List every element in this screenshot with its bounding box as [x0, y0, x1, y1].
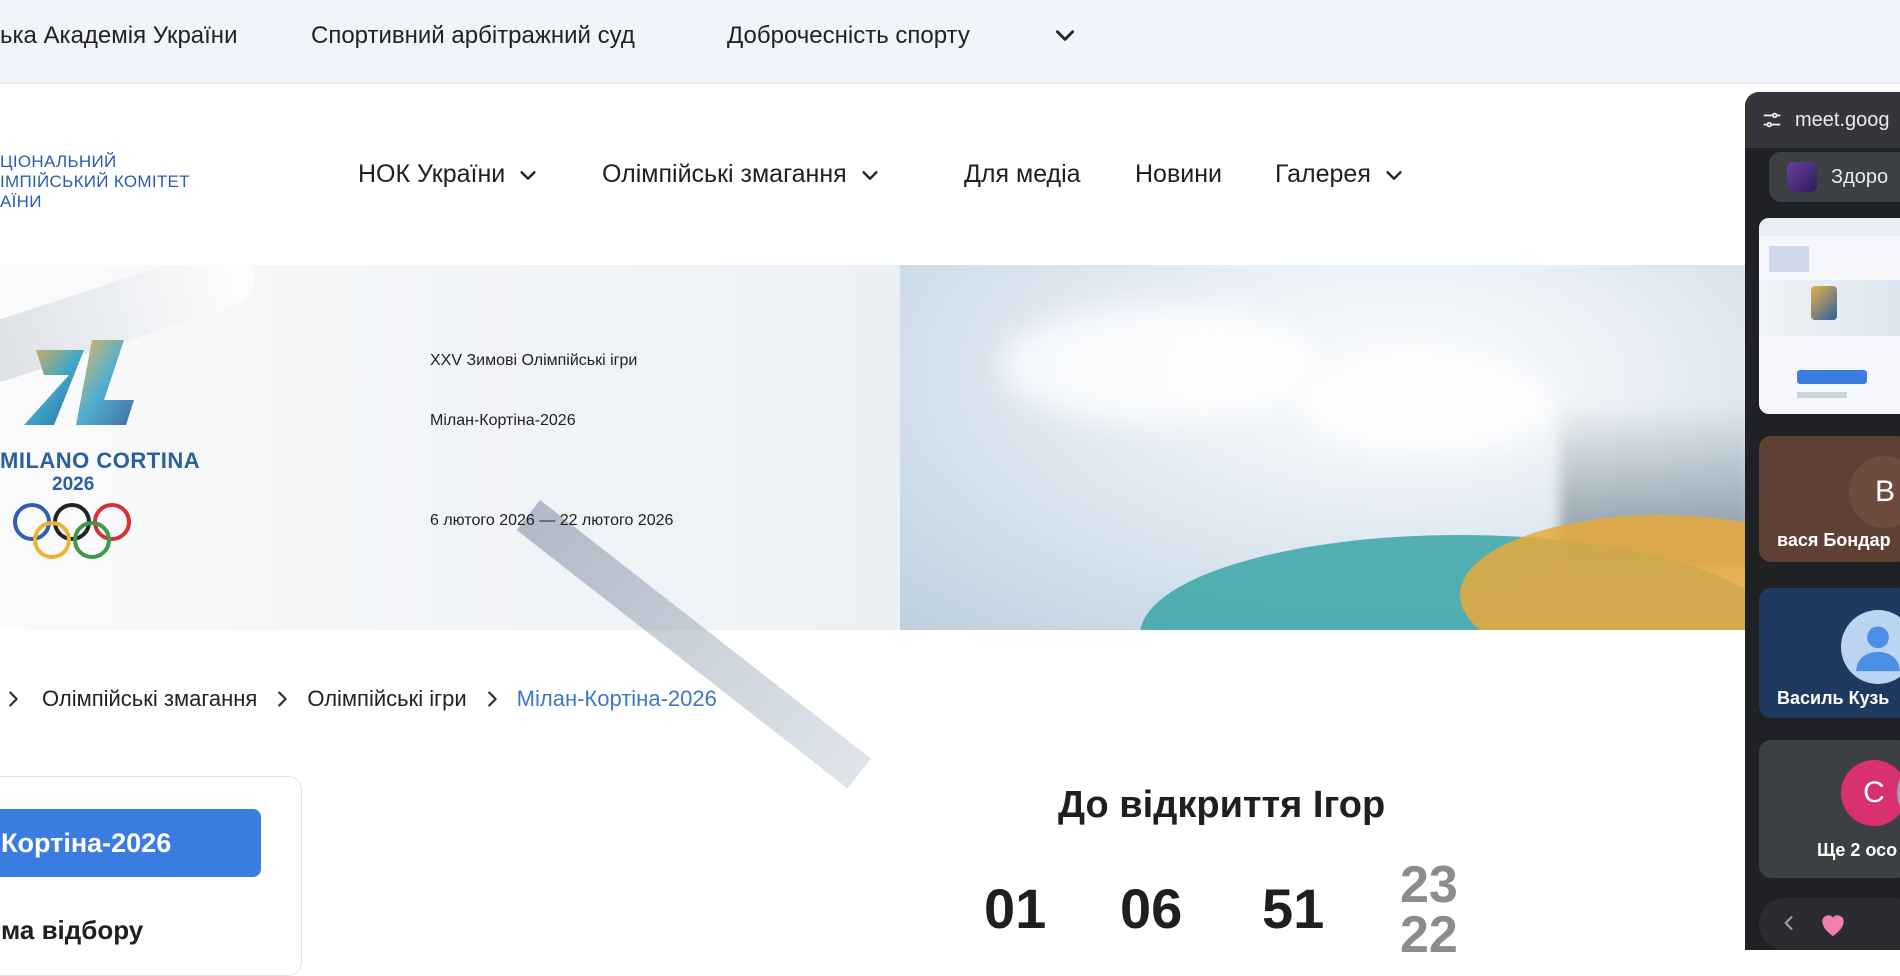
chip-label: Здоро	[1831, 165, 1889, 188]
emblem-text: MILANO CORTINA	[0, 448, 201, 473]
participant-avatar	[1841, 610, 1900, 684]
sidebar-menu-card: Кортіна-2026 ма відбору	[0, 776, 302, 976]
meet-url: meet.goog	[1795, 108, 1890, 131]
breadcrumb: Олімпійські змагання Олімпійські ігри Мі…	[0, 686, 717, 712]
heart-reaction-icon[interactable]	[1817, 908, 1849, 940]
nav-item-olympic-competitions[interactable]: Олімпійські змагання	[602, 160, 881, 189]
top-link-academy[interactable]: ька Академія України	[0, 22, 237, 50]
participant-initial: В	[1874, 475, 1895, 508]
chevron-right-icon	[278, 691, 288, 707]
participant-tile[interactable]: Василь Кузь	[1759, 588, 1900, 718]
meet-side-panel: meet.goog Здоро В вася Бондар Василь Куз…	[1745, 92, 1900, 950]
olympic-rings-icon	[13, 503, 131, 559]
tune-icon	[1763, 112, 1781, 128]
nav-item-noc[interactable]: НОК України	[358, 160, 539, 189]
participant-avatar: В	[1849, 456, 1900, 528]
thumb-button	[1797, 370, 1867, 384]
nav-label: Для медіа	[964, 160, 1081, 188]
hero-cloud	[1300, 355, 1560, 455]
breadcrumb-current: Мілан-Кортіна-2026	[516, 686, 717, 711]
top-link-integrity[interactable]: Доброчесність спорту	[727, 22, 970, 50]
nav-item-news[interactable]: Новини	[1135, 160, 1222, 189]
participant-name: Ще 2 осо	[1817, 840, 1898, 860]
nav-item-gallery[interactable]: Галерея	[1275, 160, 1405, 189]
logo-line: ІМПІЙСЬКИЙ КОМІТЕТ	[0, 172, 190, 191]
participant-group-tile[interactable]: С Ще 2 осо	[1759, 740, 1900, 878]
participant-initial: С	[1863, 776, 1885, 809]
countdown-seconds-next: 22	[1400, 906, 1458, 964]
nav-label: НОК України	[358, 160, 506, 188]
thumb-line	[1797, 392, 1847, 398]
chevron-right-icon	[487, 691, 497, 707]
hero-banner	[0, 265, 1745, 630]
hero-title: Мілан-Кортіна-2026	[430, 412, 576, 429]
nav-label: Олімпійські змагання	[602, 160, 847, 188]
hero-dates: 6 лютого 2026 — 22 лютого 2026	[430, 512, 674, 529]
chevron-down-icon[interactable]	[1052, 22, 1078, 48]
app-icon	[1787, 162, 1817, 192]
participant-tile[interactable]: В вася Бондар	[1759, 436, 1900, 562]
breadcrumb-item[interactable]: Олімпійські ігри	[307, 686, 466, 712]
countdown-seconds: 23 22	[1400, 856, 1458, 964]
noc-logo[interactable]: ЦІОНАЛЬНИЙ ІМПІЙСЬКИЙ КОМІТЕТ АЇНИ	[0, 152, 190, 212]
milano-cortina-emblem: MILANO CORTINA 2026	[0, 330, 200, 570]
chevron-left-icon[interactable]	[1779, 913, 1799, 933]
chevron-down-icon	[1386, 170, 1402, 180]
participant-avatar: С	[1841, 760, 1900, 826]
nav-label: Новини	[1135, 160, 1222, 188]
hero-cloud	[1000, 305, 1320, 425]
sidebar-item-active[interactable]: Кортіна-2026	[0, 809, 261, 877]
thumb-logo	[1769, 246, 1809, 272]
chevron-down-icon	[862, 170, 878, 180]
countdown-seconds-prev: 23	[1400, 856, 1458, 914]
nav-item-media[interactable]: Для медіа	[964, 160, 1081, 189]
sidebar-item-label: Кортіна-2026	[1, 827, 172, 858]
countdown-minutes: 51	[1262, 877, 1325, 940]
meet-presenting-chip[interactable]: Здоро	[1769, 152, 1900, 202]
meet-url-bar[interactable]: meet.goog	[1745, 92, 1900, 148]
emblem-year: 2026	[52, 474, 95, 495]
logo-line: АЇНИ	[0, 192, 42, 211]
thumb-topbar	[1759, 218, 1900, 236]
chevron-right-icon	[9, 691, 18, 707]
top-link-arbitration[interactable]: Спортивний арбітражний суд	[311, 22, 635, 50]
countdown-days: 01	[984, 877, 1047, 940]
nav-label: Галерея	[1275, 160, 1371, 188]
thumb-emblem	[1811, 286, 1837, 320]
chevron-down-icon	[520, 170, 536, 180]
participant-name: Василь Кузь	[1777, 688, 1890, 708]
hero-subtitle: XXV Зимові Олімпійські ігри	[430, 352, 638, 369]
games-logo-icon	[24, 340, 134, 425]
participant-name: вася Бондар	[1777, 530, 1891, 550]
meet-screen-share-thumbnail[interactable]	[1759, 218, 1900, 414]
countdown-hours: 06	[1120, 877, 1183, 940]
breadcrumb-item[interactable]: Олімпійські змагання	[42, 686, 257, 712]
meet-reactions-bar[interactable]	[1759, 898, 1900, 950]
sidebar-item-selection[interactable]: ма відбору	[1, 915, 143, 946]
logo-line: ЦІОНАЛЬНИЙ	[0, 152, 117, 171]
person-icon	[1856, 626, 1900, 672]
countdown-title: До відкриття Ігор	[1058, 784, 1386, 826]
top-links-bar: ька Академія України Спортивний арбітраж…	[0, 0, 1900, 84]
